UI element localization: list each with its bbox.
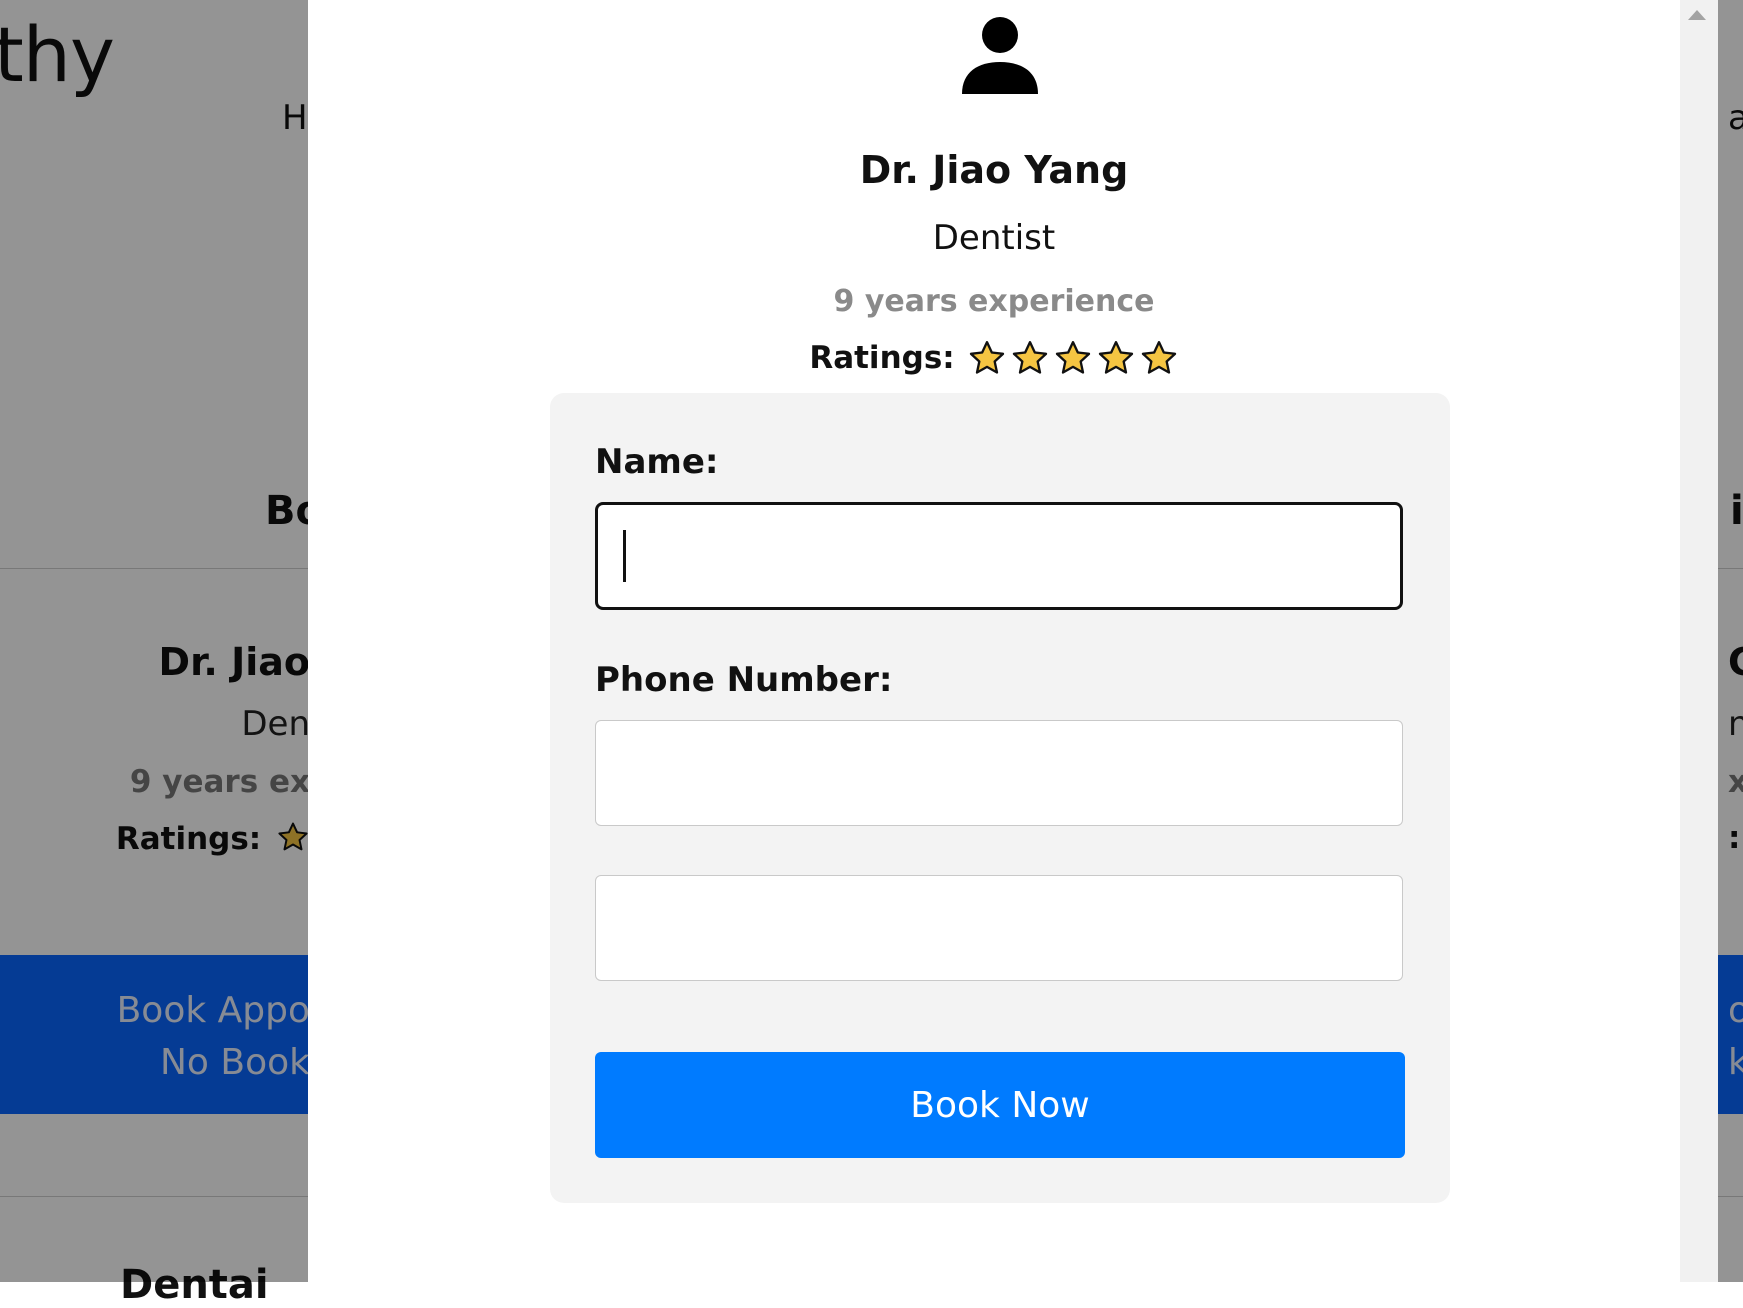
name-input[interactable]: [595, 502, 1403, 610]
scrollbar-thumb[interactable]: [1684, 36, 1714, 1282]
book-now-button[interactable]: Book Now: [595, 1052, 1405, 1158]
star-icon: [1098, 341, 1133, 374]
phone-label: Phone Number:: [595, 660, 893, 700]
doctor-experience: 9 years experience: [833, 284, 1155, 319]
ratings-label: Ratings:: [809, 340, 955, 376]
phone-input[interactable]: [595, 720, 1403, 826]
star-icon: [1055, 341, 1090, 374]
doctor-rating: Ratings:: [308, 338, 1680, 378]
star-icon: [1012, 341, 1047, 374]
name-label: Name:: [595, 442, 719, 482]
doctor-name: Dr. Jiao Yang: [859, 148, 1129, 192]
user-profile-icon: [962, 17, 1038, 94]
star-icon: [1141, 341, 1176, 374]
scroll-up-arrow-icon[interactable]: [1688, 10, 1706, 20]
doctor-specialty: Dentist: [932, 218, 1056, 258]
text-caret: [623, 530, 626, 582]
star-icon: [969, 341, 1004, 374]
date-input[interactable]: [595, 875, 1403, 981]
rating-stars: [967, 338, 1179, 378]
